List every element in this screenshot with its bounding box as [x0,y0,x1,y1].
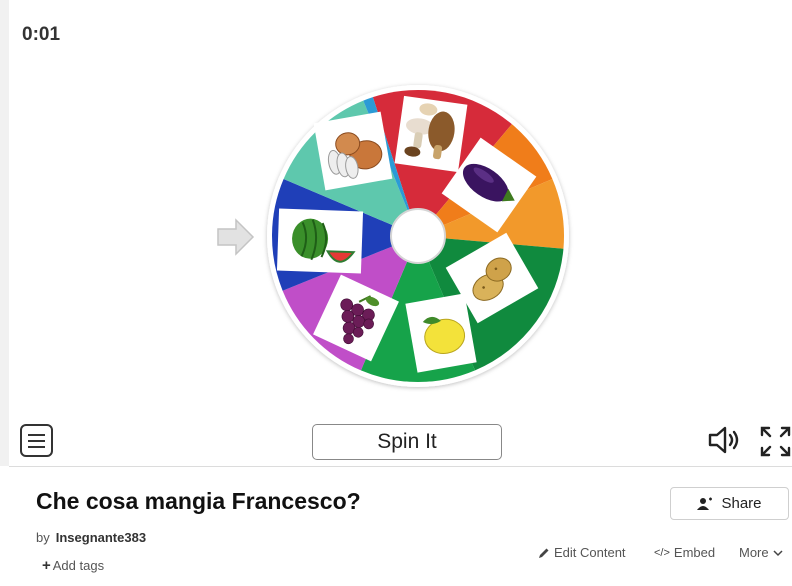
spin-button[interactable]: Spin It [312,424,502,460]
byline: by Insegnante383 [36,530,146,545]
card-onions [313,111,393,191]
edit-content-label: Edit Content [554,545,626,560]
plus-icon: + [42,557,51,574]
code-icon: </> [654,546,670,559]
spinner-wheel[interactable] [262,80,574,392]
add-tags-link[interactable]: + Add tags [42,557,104,574]
share-button[interactable]: Share [670,487,789,520]
left-edge-bar [0,0,9,466]
embed-label: Embed [673,545,716,560]
fullscreen-icon[interactable] [759,425,792,458]
wheel-hub [390,208,446,264]
more-menu[interactable]: More [739,545,783,560]
section-divider [9,466,792,467]
share-label: Share [721,495,762,512]
menu-button[interactable] [20,424,53,457]
embed-link[interactable]: </> Embed [654,545,715,560]
edit-content-link[interactable]: Edit Content [538,545,626,560]
by-label: by [36,530,50,545]
pointer-arrow-icon [217,218,255,256]
more-label: More [739,545,769,560]
author-link[interactable]: Insegnante383 [56,530,146,545]
pencil-icon [539,548,549,558]
card-mushrooms [394,95,468,173]
speaker-icon[interactable] [706,425,742,455]
activity-title: Che cosa mangia Francesco? [36,488,361,514]
timer-display: 0:01 [22,24,61,45]
share-user-icon [697,497,713,510]
card-watermelon [276,208,364,274]
card-lemon [405,293,477,373]
add-tags-label: Add tags [52,558,105,573]
chevron-down-icon [773,549,783,556]
